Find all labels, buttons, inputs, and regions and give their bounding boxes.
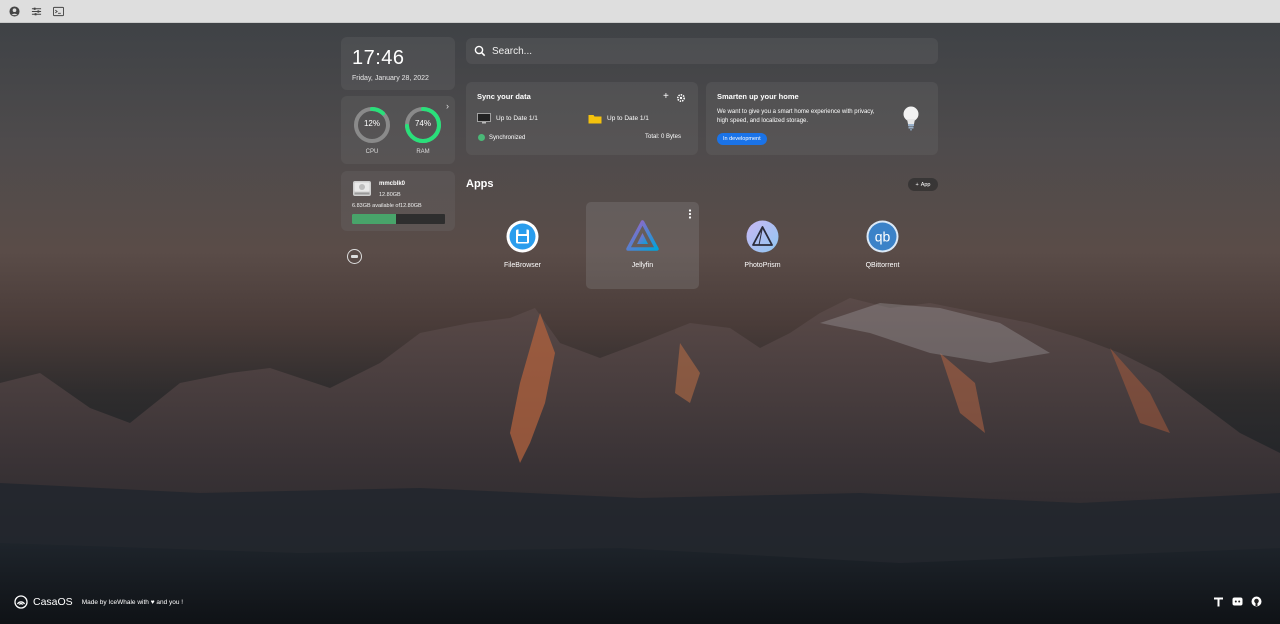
- app-jellyfin[interactable]: Jellyfin: [586, 202, 699, 289]
- tool-icon[interactable]: [1213, 596, 1224, 607]
- sync-device-status: Up to Date 1/1: [496, 115, 538, 122]
- sync-status: Synchronized: [478, 134, 525, 141]
- disk-usage-bar: [352, 214, 445, 224]
- in-development-badge[interactable]: In development: [717, 133, 767, 145]
- photoprism-icon: [746, 220, 779, 253]
- plus-icon: +: [915, 181, 919, 188]
- sync-folder-status: Up to Date 1/1: [607, 115, 649, 122]
- github-icon[interactable]: [1251, 596, 1262, 607]
- made-prefix: Made by IceWhale with: [81, 598, 149, 606]
- disk-usage-fill: [352, 214, 396, 224]
- folder-icon: [588, 115, 602, 124]
- made-by-text: Made by IceWhale with ♥ and you !: [82, 599, 183, 606]
- app-name: FileBrowser: [504, 262, 541, 269]
- app-name: QBittorrent: [865, 262, 900, 269]
- sync-widget: Sync your data + Up to Date 1/1 Up to Da…: [466, 82, 698, 155]
- casaos-logo-icon: [14, 595, 28, 609]
- gear-icon[interactable]: [676, 93, 686, 103]
- discord-icon[interactable]: [1232, 596, 1243, 607]
- hard-disk-icon: [352, 180, 372, 197]
- app-filebrowser[interactable]: FileBrowser: [466, 202, 579, 289]
- light-bulb-icon: [903, 106, 919, 131]
- add-sync-button[interactable]: +: [663, 92, 669, 102]
- sync-total: Total: 0 Bytes: [645, 134, 682, 140]
- add-app-button[interactable]: + App: [908, 178, 938, 191]
- disk-size: 12.80GB: [379, 192, 401, 198]
- clock-time: 17:46: [352, 47, 405, 69]
- qbittorrent-icon: qb: [866, 220, 899, 253]
- app-name: PhotoPrism: [744, 262, 781, 269]
- smart-title: Smarten up your home: [717, 92, 799, 101]
- search-input[interactable]: [492, 45, 912, 57]
- more-icon: [351, 255, 358, 258]
- ram-gauge: 74% RAM: [404, 106, 442, 156]
- widget-settings-button[interactable]: [347, 249, 362, 264]
- check-icon: [478, 134, 485, 141]
- filebrowser-icon: [506, 220, 539, 253]
- made-suffix: and you !: [156, 598, 184, 606]
- sync-status-text: Synchronized: [489, 134, 526, 141]
- clock-date: Friday, January 28, 2022: [352, 75, 429, 82]
- cpu-label: CPU: [365, 149, 379, 155]
- app-qbittorrent[interactable]: qb QBittorrent: [826, 202, 939, 289]
- search-bar[interactable]: [466, 38, 938, 64]
- jellyfin-icon: [626, 220, 659, 251]
- sync-device-folder: Up to Date 1/1: [588, 113, 649, 124]
- sync-title: Sync your data: [477, 92, 531, 101]
- cpu-percent: 12%: [363, 119, 380, 128]
- app-name: Jellyfin: [631, 262, 654, 269]
- search-icon: [474, 45, 486, 57]
- cpu-gauge: 12% CPU: [353, 106, 391, 156]
- storage-widget: mmcblk0 12.80GB 6.83GB available of12.80…: [341, 171, 455, 231]
- disk-available: 6.83GB available of12.80GB: [352, 203, 422, 209]
- system-usage-widget: › 12% CPU 74% RAM: [341, 96, 455, 164]
- app-photoprism[interactable]: PhotoPrism: [706, 202, 819, 289]
- clock-widget: 17:46 Friday, January 28, 2022: [341, 37, 455, 90]
- more-options-icon[interactable]: [688, 209, 692, 219]
- ram-percent: 74%: [414, 119, 431, 128]
- heart-icon: ♥: [150, 598, 155, 606]
- smart-description: We want to give you a smart home experie…: [717, 109, 875, 124]
- chevron-right-icon[interactable]: ›: [446, 101, 449, 111]
- sync-device-computer: Up to Date 1/1: [477, 113, 538, 124]
- monitor-icon: [477, 113, 491, 124]
- footer: CasaOS Made by IceWhale with ♥ and you !: [14, 595, 183, 609]
- account-icon[interactable]: [8, 5, 20, 17]
- smart-home-widget: Smarten up your home We want to give you…: [706, 82, 938, 155]
- svg-text:qb: qb: [875, 229, 891, 245]
- terminal-icon[interactable]: [52, 5, 64, 17]
- apps-heading: Apps: [466, 178, 494, 190]
- top-toolbar: [0, 0, 1280, 23]
- footer-links: [1213, 596, 1262, 607]
- ram-label: RAM: [416, 149, 430, 155]
- add-app-label: App: [920, 181, 931, 188]
- brand-name: CasaOS: [33, 596, 73, 608]
- settings-sliders-icon[interactable]: [30, 5, 42, 17]
- disk-name: mmcblk0: [379, 181, 406, 187]
